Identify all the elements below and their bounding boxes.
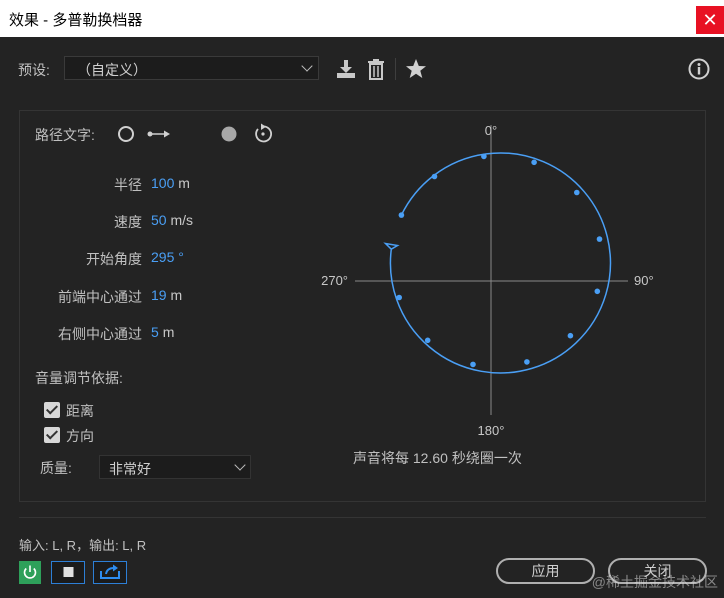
path-diagram[interactable]: 0° 90° 180° 270° [300,115,690,445]
power-button[interactable] [19,561,41,584]
label-270deg: 270° [321,273,348,288]
apply-button[interactable]: 应用 [496,558,595,584]
path-circle [389,152,612,374]
chevron-down-icon [234,459,246,471]
preset-value: （自定义） [77,62,147,78]
toolbar-separator [395,58,396,80]
label-180deg: 180° [478,423,505,438]
path-arrowhead [383,242,400,251]
param-field[interactable]: 5 m [151,324,174,340]
param-unit: m [178,175,190,191]
param-label: 右侧中心通过 [58,326,142,342]
direction-checkbox[interactable] [44,427,60,443]
download-icon[interactable] [335,58,357,80]
info-icon[interactable] [688,58,710,80]
star-icon[interactable] [405,58,427,80]
path-dot [574,189,580,196]
param-unit: m [162,324,175,340]
line-arrow-icon[interactable] [147,128,171,140]
distance-checkbox[interactable] [44,402,60,418]
watermark: @稀土掘金技术社区 [591,574,718,590]
path-dot [398,212,405,218]
direction-label: 方向 [66,428,94,444]
rotate-icon[interactable] [252,123,274,145]
chevron-down-icon [301,60,313,72]
export-button[interactable] [93,561,127,584]
quality-value: 非常好 [109,461,151,477]
path-dot [567,332,574,339]
param-field[interactable]: 19 m [151,287,182,303]
path-dot [531,159,537,166]
path-dot [431,173,438,180]
title-bar: 效果 - 多普勒换档器 ✕ [0,0,724,37]
param-value[interactable]: 100 [151,175,174,191]
stop-icon [63,567,74,577]
path-dot [396,294,402,301]
close-window-button[interactable]: ✕ [696,6,724,34]
volume-label: 音量调节依据: [35,370,123,386]
path-dot [594,288,601,295]
param-field[interactable]: 50 m/s [151,212,193,228]
param-value[interactable]: 19 [151,287,167,303]
param-value[interactable]: 295 [151,249,174,265]
param-label: 开始角度 [86,251,142,267]
preset-select[interactable]: （自定义） [64,56,319,80]
path-dot [424,337,431,344]
param-field[interactable]: 100 m [151,175,190,191]
path-dot [596,236,603,242]
power-icon [23,565,37,579]
param-unit: m [170,287,183,303]
filled-circle-icon[interactable] [220,125,238,143]
path-dot [481,153,487,160]
param-field[interactable]: 295 ° [151,249,184,265]
path-dot [524,359,530,365]
param-label: 前端中心通过 [58,289,142,305]
export-icon [100,564,120,579]
quality-label: 质量: [40,460,72,476]
param-label: 速度 [114,214,142,230]
param-unit: m/s [170,212,194,228]
distance-label: 距离 [66,403,94,419]
path-text-label: 路径文字: [35,127,95,143]
param-label: 半径 [114,177,142,193]
param-unit: ° [178,249,184,265]
path-dot [470,361,476,368]
window-title: 效果 - 多普勒换档器 [9,12,143,29]
footer-divider [19,517,706,518]
label-90deg: 90° [634,273,654,288]
label-0deg: 0° [485,123,497,138]
loop-caption: 声音将每 12.60 秒绕圈一次 [353,450,522,466]
preset-label: 预设: [18,62,50,78]
stop-button[interactable] [51,561,85,584]
trash-icon[interactable] [365,58,387,80]
param-value[interactable]: 5 [151,324,159,340]
quality-select[interactable]: 非常好 [99,455,251,479]
io-text: 输入: L, R，输出: L, R [19,538,147,553]
circle-outline-icon[interactable] [117,125,135,143]
param-value[interactable]: 50 [151,212,167,228]
